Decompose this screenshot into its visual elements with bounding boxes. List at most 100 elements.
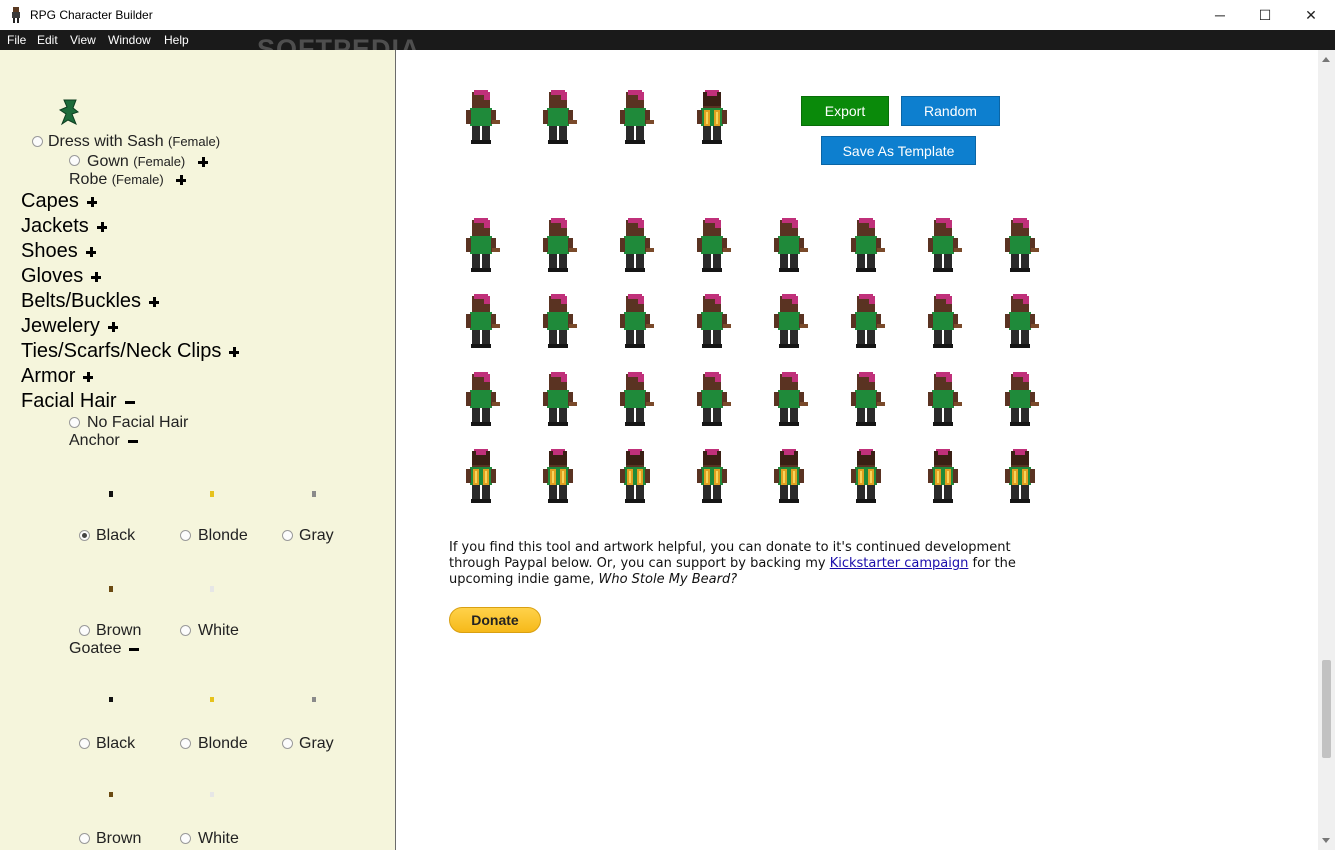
expand-robe-icon[interactable]: [176, 174, 187, 185]
dress-sprite-icon: [58, 99, 80, 126]
animation-frame-right: [928, 372, 962, 426]
animation-frame-right: [543, 372, 577, 426]
animation-frame-back: [1005, 449, 1035, 503]
expand-icon[interactable]: [149, 296, 160, 307]
goatee-black-swatch: [109, 697, 113, 702]
robe-option[interactable]: Robe (Female): [69, 171, 187, 189]
vertical-scrollbar[interactable]: [1318, 50, 1335, 850]
category-shoes[interactable]: Shoes: [21, 240, 96, 263]
animation-frame-left: [543, 294, 577, 348]
category-jackets[interactable]: Jackets: [21, 215, 107, 238]
animation-frame-left: [928, 294, 962, 348]
minimize-button[interactable]: ─: [1197, 0, 1243, 30]
category-label: Capes: [21, 190, 79, 212]
donate-button[interactable]: Donate: [449, 607, 541, 633]
animation-frame-back: [851, 449, 881, 503]
menu-help[interactable]: Help: [164, 33, 189, 47]
animation-frame-back: [620, 449, 650, 503]
category-facial-hair[interactable]: Facial Hair: [21, 390, 135, 413]
random-button[interactable]: Random: [901, 96, 1000, 126]
collapse-icon[interactable]: [129, 644, 140, 654]
goatee-group[interactable]: Goatee: [69, 640, 140, 658]
goatee-white-radio[interactable]: [180, 833, 191, 844]
expand-icon[interactable]: [229, 346, 240, 357]
animation-frame-left: [466, 294, 500, 348]
menu-edit[interactable]: Edit: [37, 33, 58, 47]
goatee-brown-radio[interactable]: [79, 833, 90, 844]
menu-view[interactable]: View: [70, 33, 96, 47]
goatee-blonde-radio[interactable]: [180, 738, 191, 749]
category-label: Facial Hair: [21, 390, 117, 412]
category-ties-scarfs[interactable]: Ties/Scarfs/Neck Clips: [21, 340, 240, 363]
category-label: Jackets: [21, 215, 89, 237]
anchor-blonde-label: Blonde: [198, 527, 248, 544]
robe-label: Robe: [69, 171, 108, 188]
goatee-black-radio[interactable]: [79, 738, 90, 749]
animation-frame-back: [466, 449, 496, 503]
category-label: Armor: [21, 365, 76, 387]
anchor-blonde-radio[interactable]: [180, 530, 191, 541]
menu-bar: File Edit View Window Help: [0, 30, 1335, 50]
expand-icon[interactable]: [96, 221, 107, 232]
animation-frame-right: [851, 372, 885, 426]
dress-sash-option: Dress with Sash (Female): [48, 133, 220, 151]
gown-radio[interactable]: [69, 155, 80, 166]
maximize-button[interactable]: ☐: [1242, 0, 1288, 30]
expand-icon[interactable]: [83, 371, 94, 382]
animation-frame-front: [697, 218, 731, 272]
expand-gown-icon[interactable]: [197, 156, 208, 167]
animation-frame-back: [697, 449, 727, 503]
animation-frame-left: [774, 294, 808, 348]
no-facial-hair-label: No Facial Hair: [87, 414, 189, 431]
menu-window[interactable]: Window: [108, 33, 151, 47]
gown-label: Gown: [87, 153, 129, 170]
direction-sprite-front: [466, 90, 500, 144]
animation-frame-back: [774, 449, 804, 503]
expand-icon[interactable]: [86, 196, 97, 207]
scrollbar-thumb[interactable]: [1322, 660, 1331, 758]
expand-icon[interactable]: [85, 246, 96, 257]
category-armor[interactable]: Armor: [21, 365, 94, 388]
goatee-gray-radio[interactable]: [282, 738, 293, 749]
collapse-icon[interactable]: [127, 436, 138, 446]
animation-frame-front: [851, 218, 885, 272]
animation-frame-front: [928, 218, 962, 272]
anchor-black-radio[interactable]: [79, 530, 90, 541]
category-label: Ties/Scarfs/Neck Clips: [21, 340, 222, 362]
category-label: Shoes: [21, 240, 78, 262]
anchor-brown-radio[interactable]: [79, 625, 90, 636]
export-button[interactable]: Export: [801, 96, 889, 126]
category-jewelery[interactable]: Jewelery: [21, 315, 118, 338]
anchor-gray-radio[interactable]: [282, 530, 293, 541]
animation-frame-left: [697, 294, 731, 348]
scroll-up-icon[interactable]: [1322, 57, 1330, 62]
anchor-white-radio[interactable]: [180, 625, 191, 636]
goatee-black-label: Black: [96, 735, 136, 752]
category-label: Belts/Buckles: [21, 290, 142, 312]
anchor-group[interactable]: Anchor: [69, 432, 138, 450]
gown-qualifier: (Female): [133, 154, 186, 169]
category-gloves[interactable]: Gloves: [21, 265, 102, 288]
animation-frame-front: [543, 218, 577, 272]
animation-frame-right: [697, 372, 731, 426]
direction-sprite-back: [697, 90, 727, 144]
category-capes[interactable]: Capes: [21, 190, 97, 213]
kickstarter-link[interactable]: Kickstarter campaign: [830, 556, 969, 571]
title-bar: RPG Character Builder ─ ☐ ✕: [0, 0, 1335, 30]
expand-icon[interactable]: [107, 321, 118, 332]
collapse-icon[interactable]: [124, 397, 135, 407]
anchor-white-label: White: [198, 622, 239, 639]
anchor-brown-label: Brown: [96, 622, 142, 639]
scroll-down-icon[interactable]: [1322, 838, 1330, 843]
menu-file[interactable]: File: [7, 33, 26, 47]
save-as-template-button[interactable]: Save As Template: [821, 136, 976, 165]
anchor-gray-label: Gray: [299, 527, 334, 544]
category-belts-buckles[interactable]: Belts/Buckles: [21, 290, 160, 313]
no-facial-hair-radio[interactable]: [69, 417, 80, 428]
gown-option[interactable]: Gown (Female): [87, 153, 208, 171]
expand-icon[interactable]: [91, 271, 102, 282]
close-button[interactable]: ✕: [1288, 0, 1334, 30]
dress-sash-radio[interactable]: [32, 136, 43, 147]
goatee-blonde-swatch: [210, 697, 214, 702]
direction-sprite-left: [543, 90, 577, 144]
